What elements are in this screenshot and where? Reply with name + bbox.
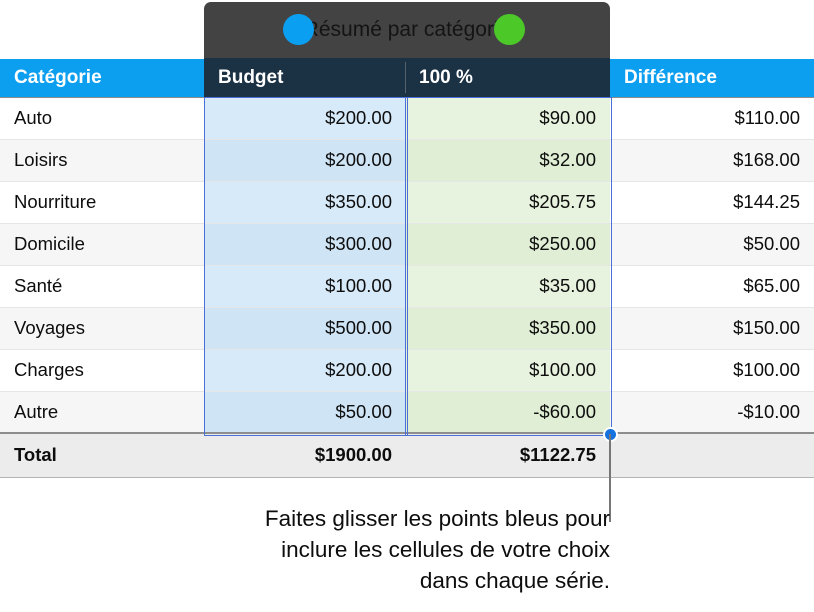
column-header-category[interactable]: Catégorie: [0, 59, 205, 98]
summary-table: Catégorie Budget 100 % Différence Auto $…: [0, 59, 814, 478]
cell-category[interactable]: Charges: [0, 349, 205, 392]
cell-category[interactable]: Nourriture: [0, 181, 205, 224]
overlay-header-percent: 100 %: [419, 67, 473, 88]
cell-percent[interactable]: $350.00: [406, 307, 610, 350]
cell-total-label[interactable]: Total: [0, 432, 205, 478]
cell-total-percent[interactable]: $1122.75: [406, 432, 610, 478]
cell-budget[interactable]: $50.00: [205, 391, 406, 434]
cell-percent[interactable]: $250.00: [406, 223, 610, 266]
cell-difference[interactable]: $50.00: [610, 223, 814, 266]
cell-category[interactable]: Santé: [0, 265, 205, 308]
cell-difference[interactable]: $100.00: [610, 349, 814, 392]
cell-percent[interactable]: $205.75: [406, 181, 610, 224]
table-row[interactable]: Charges $200.00 $100.00 $100.00: [0, 349, 814, 392]
cell-total-difference[interactable]: [610, 432, 814, 478]
cell-budget[interactable]: $200.00: [205, 349, 406, 392]
cell-difference[interactable]: $150.00: [610, 307, 814, 350]
cell-percent[interactable]: $100.00: [406, 349, 610, 392]
spreadsheet-table-container: Catégorie Budget 100 % Différence Auto $…: [0, 59, 814, 478]
cell-difference[interactable]: $65.00: [610, 265, 814, 308]
table-body: Auto $200.00 $90.00 $110.00 Loisirs $200…: [0, 97, 814, 478]
table-row[interactable]: Autre $50.00 -$60.00 -$10.00: [0, 391, 814, 434]
chart-title-overlay-panel: Résumé par catégorie: [204, 2, 610, 58]
chart-overlay-header-strip: Budget 100 %: [204, 58, 610, 97]
overlay-header-divider: [405, 62, 406, 93]
cell-category[interactable]: Domicile: [0, 223, 205, 266]
cell-percent[interactable]: $35.00: [406, 265, 610, 308]
cell-difference[interactable]: $144.25: [610, 181, 814, 224]
cell-budget[interactable]: $200.00: [205, 97, 406, 140]
callout-line-3: dans chaque série.: [419, 568, 610, 593]
cell-category[interactable]: Autre: [0, 391, 205, 434]
cell-percent[interactable]: $32.00: [406, 139, 610, 182]
table-row[interactable]: Loisirs $200.00 $32.00 $168.00: [0, 139, 814, 182]
cell-category[interactable]: Auto: [0, 97, 205, 140]
callout-line-2: inclure les cellules de votre choix: [281, 537, 610, 562]
cell-percent[interactable]: -$60.00: [406, 391, 610, 434]
cell-percent[interactable]: $90.00: [406, 97, 610, 140]
table-row[interactable]: Voyages $500.00 $350.00 $150.00: [0, 307, 814, 350]
callout-text: Faites glisser les points bleus pour inc…: [150, 503, 610, 596]
cell-budget[interactable]: $200.00: [205, 139, 406, 182]
table-row[interactable]: Domicile $300.00 $250.00 $50.00: [0, 223, 814, 266]
percent-series-dot-icon[interactable]: [494, 14, 525, 45]
budget-series-dot-icon[interactable]: [283, 14, 314, 45]
table-row[interactable]: Auto $200.00 $90.00 $110.00: [0, 97, 814, 140]
cell-budget[interactable]: $100.00: [205, 265, 406, 308]
cell-difference[interactable]: $168.00: [610, 139, 814, 182]
cell-budget[interactable]: $300.00: [205, 223, 406, 266]
cell-budget[interactable]: $500.00: [205, 307, 406, 350]
table-total-row[interactable]: Total $1900.00 $1122.75: [0, 432, 814, 478]
cell-budget[interactable]: $350.00: [205, 181, 406, 224]
table-row[interactable]: Santé $100.00 $35.00 $65.00: [0, 265, 814, 308]
cell-difference[interactable]: -$10.00: [610, 391, 814, 434]
cell-total-budget[interactable]: $1900.00: [205, 432, 406, 478]
column-header-difference[interactable]: Différence: [610, 59, 814, 98]
table-row[interactable]: Nourriture $350.00 $205.75 $144.25: [0, 181, 814, 224]
cell-category[interactable]: Loisirs: [0, 139, 205, 182]
cell-category[interactable]: Voyages: [0, 307, 205, 350]
overlay-header-budget: Budget: [218, 67, 284, 88]
callout-line-1: Faites glisser les points bleus pour: [264, 506, 610, 531]
chart-title: Résumé par catégorie: [303, 18, 511, 41]
cell-difference[interactable]: $110.00: [610, 97, 814, 140]
